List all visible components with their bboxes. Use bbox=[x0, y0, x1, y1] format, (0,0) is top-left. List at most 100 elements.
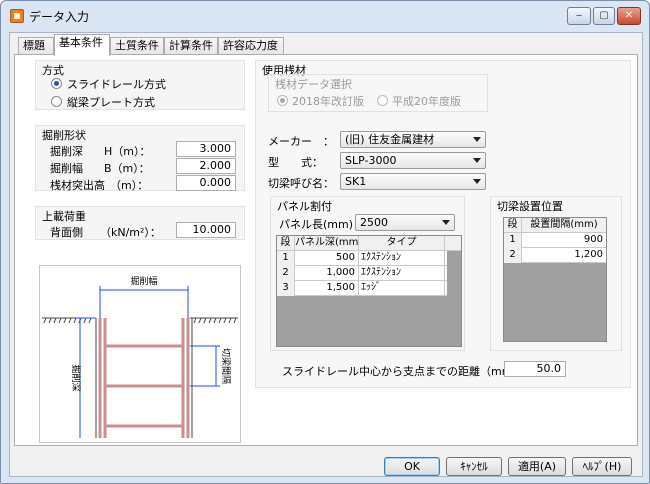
panel-depth-cell[interactable]: 500 bbox=[295, 251, 359, 266]
maker-label: メーカー ： bbox=[268, 135, 334, 148]
panel-split-header: 段 パネル深(mm) タイプ bbox=[277, 236, 461, 251]
help-button[interactable]: ﾍﾙﾌﾟ(H) bbox=[572, 457, 632, 476]
type-select[interactable]: SLP-3000 bbox=[340, 152, 486, 169]
strut-position-header: 段 設置間隔(mm) bbox=[504, 218, 606, 233]
dialog-window: データ入力 ‒ ▢ ✕ 標題 基本条件 土質条件 計算条件 許容応力度 方式 ス… bbox=[0, 0, 650, 484]
excavation-diagram: 掘削幅 掘削深 切梁間隔 bbox=[39, 265, 241, 443]
chevron-down-icon bbox=[473, 137, 481, 142]
strut-position-group: 切梁設置位置 段 設置間隔(mm) 1 900 2 1,200 bbox=[490, 196, 622, 351]
method-group: 方式 スライドレール方式 縦梁プレート方式 bbox=[35, 60, 245, 110]
slide-rail-label: スライドレール方式 bbox=[67, 78, 166, 91]
plate-method-radio[interactable] bbox=[51, 96, 62, 107]
col-header-no: 段 bbox=[277, 236, 295, 251]
panel-type-cell[interactable]: ｴｯｼﾞ bbox=[359, 281, 445, 296]
edition-h20-label: 平成20年度版 bbox=[392, 95, 461, 108]
app-icon bbox=[10, 9, 24, 23]
interval-cell[interactable]: 1,200 bbox=[522, 248, 606, 263]
row-no: 2 bbox=[504, 248, 522, 263]
row-no: 3 bbox=[277, 281, 295, 296]
strut-value: SK1 bbox=[345, 175, 367, 188]
excavation-depth-symbol: H（m）： bbox=[104, 145, 151, 158]
col-header-no: 段 bbox=[504, 218, 522, 233]
slide-rail-radio[interactable] bbox=[51, 78, 62, 89]
panel-split-group: パネル割付 パネル長(mm)： 2500 段 パネル深(mm) タイプ 1 50… bbox=[270, 196, 465, 351]
tab-soil-conditions[interactable]: 土質条件 bbox=[110, 37, 164, 55]
protrusion-height-input[interactable]: 0.000 bbox=[176, 175, 236, 191]
cancel-button[interactable]: ｷｬﾝｾﾙ bbox=[446, 457, 502, 476]
plate-method-label: 縦梁プレート方式 bbox=[67, 96, 155, 109]
excavation-depth-label: 掘削深 bbox=[50, 145, 83, 158]
panel-length-value: 2500 bbox=[360, 216, 388, 229]
excavation-depth-input[interactable]: 3.000 bbox=[176, 141, 236, 157]
excavation-width-symbol: B（m）： bbox=[104, 162, 150, 175]
tab-calc-conditions[interactable]: 計算条件 bbox=[164, 37, 218, 55]
panel-type-cell[interactable]: ｴｸｽﾃﾝｼｮﾝ bbox=[359, 251, 445, 266]
protrusion-height-symbol: （m）： bbox=[110, 179, 149, 192]
maker-value: (旧) 住友金属建材 bbox=[345, 133, 435, 146]
panel-depth-cell[interactable]: 1,000 bbox=[295, 266, 359, 281]
col-header-interval: 設置間隔(mm) bbox=[530, 219, 598, 230]
panel-type-cell[interactable]: ｴｸｽﾃﾝｼｮﾝ bbox=[359, 266, 445, 281]
row-no: 2 bbox=[277, 266, 295, 281]
col-header-depth: パネル深(mm) bbox=[295, 236, 359, 251]
type-value: SLP-3000 bbox=[345, 154, 397, 167]
table-row[interactable]: 2 1,200 bbox=[504, 248, 606, 263]
strut-label: 切梁呼び名： bbox=[268, 177, 334, 190]
method-group-title: 方式 bbox=[42, 64, 64, 77]
tab-basic-conditions[interactable]: 基本条件 bbox=[54, 34, 110, 56]
table-row[interactable]: 1 500 ｴｸｽﾃﾝｼｮﾝ bbox=[277, 251, 447, 266]
row-no: 1 bbox=[504, 233, 522, 248]
excavation-diagram-svg: 掘削幅 掘削深 切梁間隔 bbox=[42, 275, 238, 438]
back-side-label: 背面側 bbox=[50, 226, 83, 239]
excavation-width-label: 掘削幅 bbox=[50, 162, 83, 175]
col-header-type: タイプ bbox=[359, 236, 445, 251]
data-select-title: 桟材データ選択 bbox=[275, 78, 352, 91]
dialog-client-area: 標題 基本条件 土質条件 計算条件 許容応力度 方式 スライドレール方式 縦梁プ… bbox=[9, 32, 643, 477]
type-label: 型 式： bbox=[268, 156, 323, 169]
diagram-width-label: 掘削幅 bbox=[130, 275, 157, 287]
close-button[interactable]: ✕ bbox=[617, 7, 641, 25]
distance-label: スライドレール中心から支点までの距離（mm）： bbox=[282, 365, 529, 378]
tab-title[interactable]: 標題 bbox=[18, 37, 54, 55]
chevron-down-icon bbox=[473, 179, 481, 184]
excavation-width-input[interactable]: 2.000 bbox=[176, 158, 236, 174]
diagram-strut-label: 切梁間隔 bbox=[220, 348, 232, 384]
panel-depth-cell[interactable]: 1,500 bbox=[295, 281, 359, 296]
ok-button[interactable]: OK bbox=[384, 457, 440, 476]
minimize-button[interactable]: ‒ bbox=[567, 7, 591, 25]
title-bar[interactable]: データ入力 ‒ ▢ ✕ bbox=[1, 1, 649, 31]
strut-select[interactable]: SK1 bbox=[340, 173, 486, 190]
panel-length-select[interactable]: 2500 bbox=[355, 214, 455, 231]
panel-split-title: パネル割付 bbox=[277, 200, 332, 213]
surcharge-input[interactable]: 10.000 bbox=[176, 222, 236, 238]
strut-position-table: 段 設置間隔(mm) 1 900 2 1,200 bbox=[503, 217, 607, 342]
edition-2018-label: 2018年改訂版 bbox=[292, 95, 364, 108]
basic-conditions-panel: 方式 スライドレール方式 縦梁プレート方式 掘削形状 掘削深 H（m）： 3.0… bbox=[14, 54, 638, 446]
material-group: 使用桟材 桟材データ選択 2018年改訂版 平成20年度版 メーカー ： (旧)… bbox=[255, 60, 631, 388]
maximize-button[interactable]: ▢ bbox=[593, 7, 615, 25]
interval-cell[interactable]: 900 bbox=[522, 233, 606, 248]
apply-button[interactable]: 適用(A) bbox=[508, 457, 566, 476]
tab-allowable-stress[interactable]: 許容応力度 bbox=[218, 37, 284, 55]
chevron-down-icon bbox=[442, 220, 450, 225]
surcharge-group-title: 上載荷重 bbox=[42, 210, 86, 223]
edition-2018-radio[interactable] bbox=[277, 95, 288, 106]
edition-h20-radio[interactable] bbox=[377, 95, 388, 106]
window-title: データ入力 bbox=[29, 10, 90, 24]
diagram-depth-label: 掘削深 bbox=[70, 364, 82, 391]
data-select-group: 桟材データ選択 2018年改訂版 平成20年度版 bbox=[268, 74, 488, 112]
table-row[interactable]: 3 1,500 ｴｯｼﾞ bbox=[277, 281, 447, 296]
chevron-down-icon bbox=[473, 158, 481, 163]
strut-position-title: 切梁設置位置 bbox=[497, 200, 563, 213]
row-no: 1 bbox=[277, 251, 295, 266]
surcharge-group: 上載荷重 背面側 （kN/m²）： 10.000 bbox=[35, 206, 245, 240]
table-row[interactable]: 1 900 bbox=[504, 233, 606, 248]
table-row[interactable]: 2 1,000 ｴｸｽﾃﾝｼｮﾝ bbox=[277, 266, 447, 281]
surcharge-unit: （kN/m²）： bbox=[100, 226, 161, 239]
excavation-group-title: 掘削形状 bbox=[42, 129, 86, 142]
panel-length-label: パネル長(mm)： bbox=[279, 218, 365, 231]
distance-input[interactable]: 50.0 bbox=[504, 361, 566, 377]
maker-select[interactable]: (旧) 住友金属建材 bbox=[340, 131, 486, 148]
excavation-group: 掘削形状 掘削深 H（m）： 3.000 掘削幅 B（m）： 2.000 桟材突… bbox=[35, 125, 245, 192]
panel-split-table: 段 パネル深(mm) タイプ 1 500 ｴｸｽﾃﾝｼｮﾝ 2 1,000 ｴｸ… bbox=[276, 235, 462, 347]
